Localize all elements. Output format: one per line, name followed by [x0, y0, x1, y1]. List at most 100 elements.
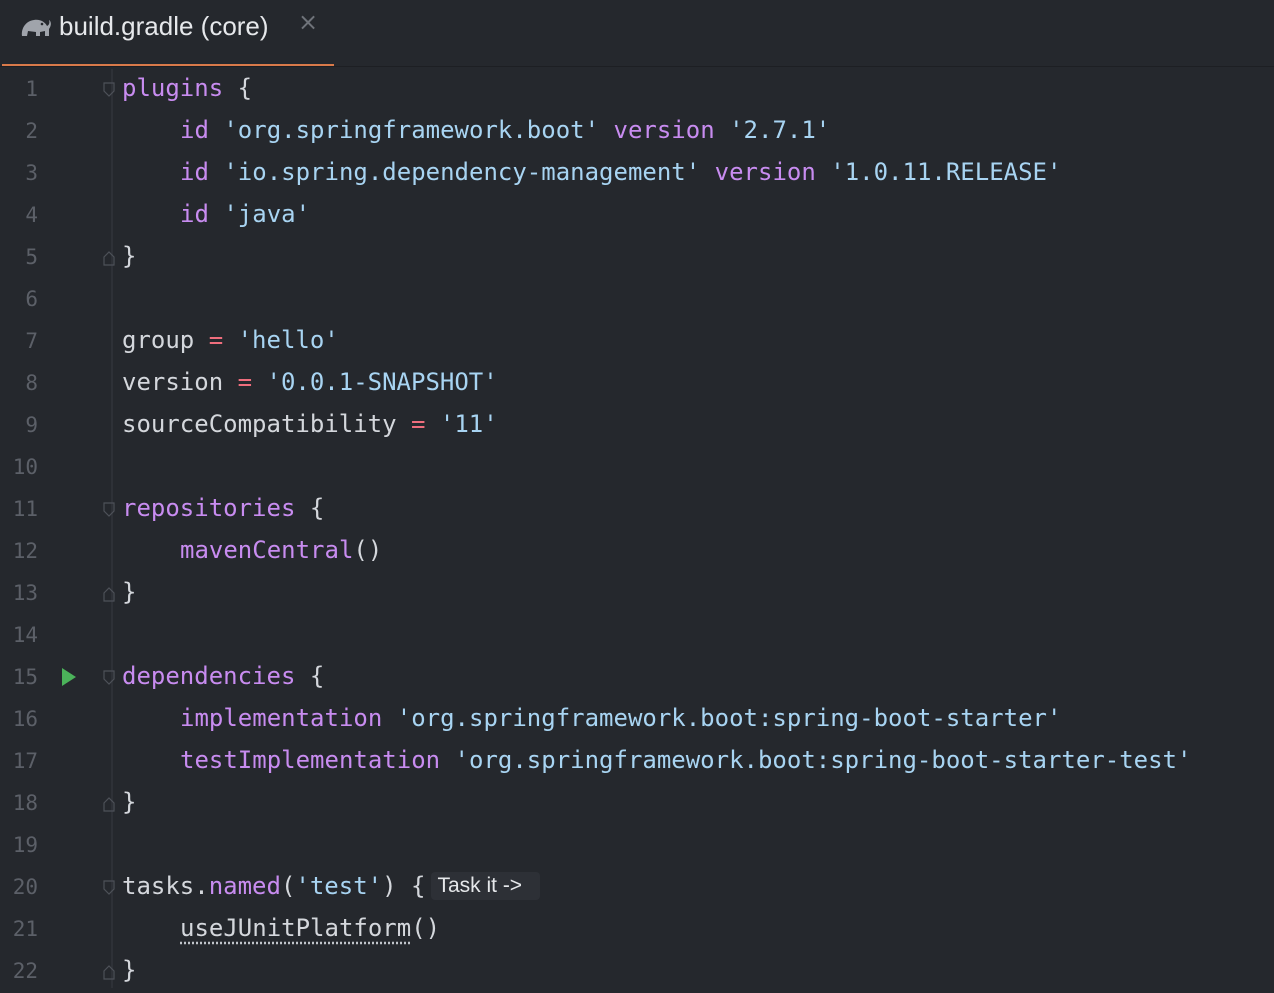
tab-build-gradle[interactable]: build.gradle (core) ×	[2, 0, 334, 66]
fold-end-icon[interactable]	[103, 250, 115, 266]
code-line[interactable]: 13}	[0, 573, 1274, 615]
code-text: }	[122, 788, 136, 816]
fold-collapse-icon[interactable]	[103, 880, 115, 896]
code-token: }	[122, 242, 137, 270]
code-token: mavenCentral	[180, 536, 354, 564]
code-text: testImplementation 'org.springframework.…	[180, 746, 1191, 774]
code-token: plugins	[122, 74, 224, 102]
code-line[interactable]: 7 group = 'hello'	[0, 321, 1274, 363]
code-token: =	[237, 368, 253, 396]
code-token: dependencies	[122, 662, 296, 690]
code-editor[interactable]: 1 plugins { 2 id 'org.springframework.boot'…	[0, 69, 1274, 988]
code-line[interactable]: 9 sourceCompatibility = '11'	[0, 405, 1274, 447]
code-text: implementation 'org.springframework.boot…	[180, 704, 1061, 732]
code-line[interactable]: 10	[0, 447, 1274, 489]
code-token: repositories	[122, 494, 296, 522]
line-number: 12	[12, 539, 38, 563]
code-line[interactable]: 15 dependencies {	[0, 657, 1274, 699]
code-token: }	[122, 956, 137, 984]
code-token: id	[180, 200, 209, 228]
code-token: '2.7.1'	[729, 116, 831, 144]
fold-collapse-icon[interactable]	[103, 670, 115, 686]
code-token: =	[208, 326, 224, 354]
code-token: group	[122, 326, 209, 354]
code-line[interactable]: 14	[0, 615, 1274, 657]
code-token: {	[295, 494, 325, 522]
fold-end-icon[interactable]	[103, 964, 115, 980]
code-token: 'hello'	[237, 326, 339, 354]
fold-collapse-icon[interactable]	[103, 82, 115, 98]
line-number: 2	[25, 119, 38, 143]
fold-end-icon[interactable]	[103, 586, 115, 602]
code-token: 'org.springframework.boot:spring-boot-st…	[454, 746, 1192, 774]
code-token: version	[613, 116, 715, 144]
code-line[interactable]: 12 mavenCentral()	[0, 531, 1274, 573]
code-token: 'io.spring.dependency-management'	[223, 158, 701, 186]
code-token: implementation	[180, 704, 383, 732]
line-number: 10	[12, 455, 38, 479]
code-line[interactable]: 19	[0, 825, 1274, 867]
code-token: ()	[411, 914, 441, 942]
code-token: named	[208, 872, 281, 900]
code-token: =	[410, 410, 426, 438]
code-token: {	[223, 74, 253, 102]
code-token: {	[295, 662, 325, 690]
code-text: sourceCompatibility = '11'	[122, 410, 498, 438]
code-token: 'org.springframework.boot:spring-boot-st…	[396, 704, 1062, 732]
code-token: tasks.	[122, 872, 209, 900]
close-icon[interactable]: ×	[298, 8, 318, 36]
line-number: 19	[12, 833, 38, 857]
gradle-elephant-icon	[21, 19, 51, 36]
code-text: id 'org.springframework.boot' version '2…	[180, 116, 830, 144]
code-token: version	[714, 158, 816, 186]
code-text: }	[122, 578, 136, 606]
code-token: }	[122, 788, 137, 816]
code-token: testImplementation	[180, 746, 441, 774]
code-line[interactable]: 2 id 'org.springframework.boot' version '…	[0, 111, 1274, 153]
code-text: repositories {	[122, 494, 324, 522]
code-line[interactable]: 4 id 'java'	[0, 195, 1274, 237]
code-line[interactable]: 1 plugins {	[0, 69, 1274, 111]
line-number: 21	[12, 917, 38, 941]
run-gutter-icon[interactable]	[60, 666, 78, 688]
code-line[interactable]: 6	[0, 279, 1274, 321]
line-number: 16	[12, 707, 38, 731]
inlay-type-hint[interactable]: Task it ->	[431, 872, 541, 900]
code-line[interactable]: 5}	[0, 237, 1274, 279]
code-token: ()	[353, 536, 383, 564]
line-number: 4	[25, 203, 38, 227]
code-line[interactable]: 11 repositories {	[0, 489, 1274, 531]
line-number: 15	[12, 665, 38, 689]
code-token: sourceCompatibility	[122, 410, 411, 438]
line-number: 13	[12, 581, 38, 605]
code-line[interactable]: 16 implementation 'org.springframework.bo…	[0, 699, 1274, 741]
code-token: '1.0.11.RELEASE'	[830, 158, 1062, 186]
code-line[interactable]: 17 testImplementation 'org.springframewor…	[0, 741, 1274, 783]
fold-collapse-icon[interactable]	[103, 502, 115, 518]
code-line[interactable]: 3 id 'io.spring.dependency-management' ve…	[0, 153, 1274, 195]
line-number: 20	[12, 875, 38, 899]
code-text: id 'java'	[180, 200, 310, 228]
code-line[interactable]: 8 version = '0.0.1-SNAPSHOT'	[0, 363, 1274, 405]
code-line[interactable]: 18}	[0, 783, 1274, 825]
code-text: tasks.named('test') {Task it ->	[122, 872, 541, 900]
code-token: id	[180, 158, 209, 186]
code-token: ) {	[382, 872, 426, 900]
line-number: 8	[25, 371, 38, 395]
line-number: 3	[25, 161, 38, 185]
code-text: id 'io.spring.dependency-management' ver…	[180, 158, 1061, 186]
line-number: 22	[12, 959, 38, 983]
code-line[interactable]: 21 useJUnitPlatform()	[0, 909, 1274, 951]
code-text: }	[122, 956, 136, 984]
fold-end-icon[interactable]	[103, 796, 115, 812]
code-line[interactable]: 22}	[0, 951, 1274, 993]
code-line[interactable]: 20 tasks.named('test') {Task it ->	[0, 867, 1274, 909]
